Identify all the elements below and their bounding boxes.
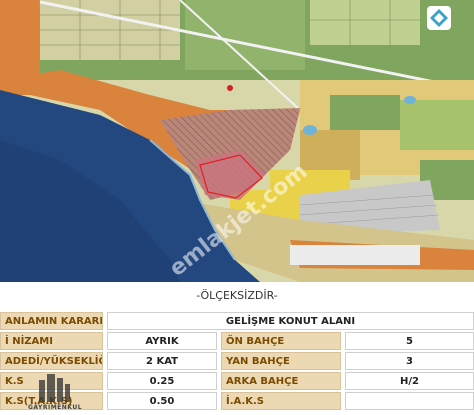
header-label: ANLAMIN KARARI	[0, 312, 103, 330]
row1-right-label: ÖN BAHÇE	[221, 332, 341, 350]
row4-left-value: 0.50	[107, 392, 217, 410]
row2-left-value: 2 KAT	[107, 352, 217, 370]
row1-left-value: AYRIK	[107, 332, 217, 350]
row2-left-label: ADEDİ/YÜKSEKLİĞİ	[0, 352, 103, 370]
row1-left-label: İ NİZAMI	[0, 332, 103, 350]
row3-left-value: 0.25	[107, 372, 217, 390]
pond-1	[303, 125, 317, 135]
green-block-1	[330, 95, 400, 130]
orange-strip-left	[0, 0, 40, 80]
compass-icon	[427, 6, 451, 30]
scale-note: -ÖLÇEKSİZDİR-	[0, 282, 474, 310]
upper-parcel-right	[310, 0, 420, 45]
row3-right-value: H/2	[345, 372, 474, 390]
zoning-map	[0, 0, 474, 282]
green-block-2	[400, 100, 474, 150]
row3-right-label: ARKA BAHÇE	[221, 372, 341, 390]
row2-right-value: 3	[345, 352, 474, 370]
agency-logo-text: GAYRİMENKUL	[28, 404, 83, 411]
row4-right-value	[345, 392, 474, 410]
header-value: GELİŞME KONUT ALANI	[107, 312, 474, 330]
row1-right-value: 5	[345, 332, 474, 350]
pond-2	[404, 96, 416, 104]
location-marker-icon	[227, 85, 233, 91]
row4-right-label: İ.A.K.S	[221, 392, 341, 410]
lower-white-block	[290, 245, 420, 265]
row2-right-label: YAN BAHÇE	[221, 352, 341, 370]
